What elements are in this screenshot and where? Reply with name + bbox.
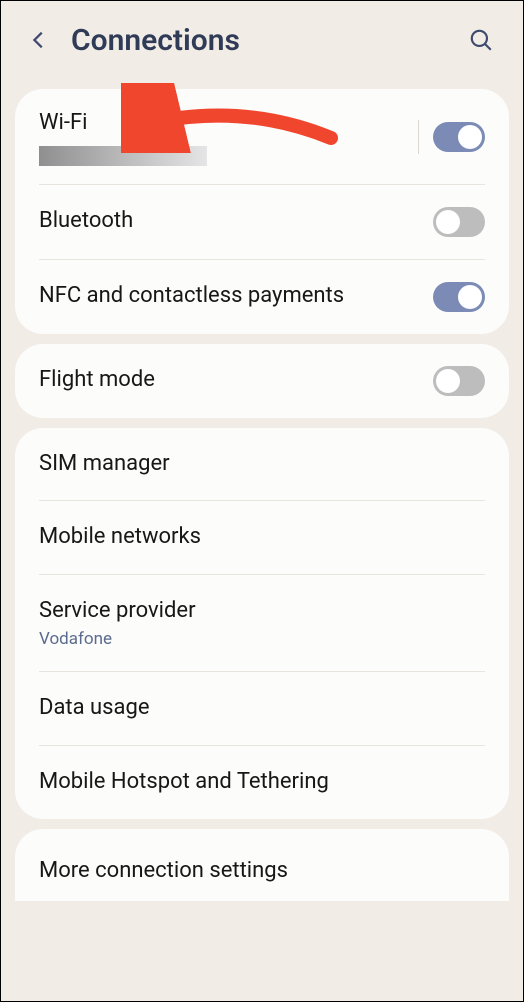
flight-mode-toggle[interactable]	[433, 366, 485, 396]
row-content: Mobile networks	[39, 523, 485, 552]
row-mobile-networks[interactable]: Mobile networks	[15, 501, 509, 574]
row-more-connection-settings[interactable]: More connection settings	[15, 829, 509, 901]
wifi-toggle[interactable]	[433, 122, 485, 152]
toggle-wrap	[433, 282, 485, 312]
row-service-provider[interactable]: Service provider Vodafone	[15, 575, 509, 672]
settings-group-4-partial: More connection settings	[15, 829, 509, 901]
header: Connections	[1, 1, 523, 79]
row-bluetooth[interactable]: Bluetooth	[15, 185, 509, 259]
row-label: Service provider	[39, 597, 485, 626]
row-label: Mobile networks	[39, 523, 485, 552]
row-flight-mode[interactable]: Flight mode	[15, 344, 509, 418]
settings-group-1: Wi-Fi Bluetooth NFC and contactless paym…	[15, 89, 509, 334]
row-sim-manager[interactable]: SIM manager	[15, 428, 509, 501]
vertical-divider	[418, 120, 419, 154]
toggle-wrap	[433, 207, 485, 237]
row-content: More connection settings	[39, 857, 485, 886]
page-title: Connections	[71, 23, 461, 58]
row-wifi[interactable]: Wi-Fi	[15, 89, 509, 184]
row-nfc[interactable]: NFC and contactless payments	[15, 260, 509, 334]
row-content: SIM manager	[39, 450, 485, 479]
row-label: NFC and contactless payments	[39, 282, 433, 311]
row-mobile-hotspot[interactable]: Mobile Hotspot and Tethering	[15, 746, 509, 819]
row-label: Data usage	[39, 694, 485, 723]
bluetooth-toggle[interactable]	[433, 207, 485, 237]
back-button[interactable]	[19, 20, 59, 60]
row-label: Mobile Hotspot and Tethering	[39, 768, 485, 797]
row-data-usage[interactable]: Data usage	[15, 672, 509, 745]
row-label: Bluetooth	[39, 207, 433, 236]
row-content: Wi-Fi	[39, 109, 418, 166]
search-icon	[468, 27, 494, 53]
wifi-network-redacted	[39, 146, 207, 166]
row-label: More connection settings	[39, 857, 485, 886]
row-label: Wi-Fi	[39, 109, 418, 138]
row-content: Data usage	[39, 694, 485, 723]
row-content: Service provider Vodafone	[39, 597, 485, 650]
settings-group-3: SIM manager Mobile networks Service prov…	[15, 428, 509, 819]
chevron-left-icon	[28, 29, 50, 51]
row-label: SIM manager	[39, 450, 485, 479]
toggle-wrap	[433, 366, 485, 396]
row-content: Flight mode	[39, 366, 433, 395]
row-content: NFC and contactless payments	[39, 282, 433, 311]
row-content: Mobile Hotspot and Tethering	[39, 768, 485, 797]
settings-group-2: Flight mode	[15, 344, 509, 418]
nfc-toggle[interactable]	[433, 282, 485, 312]
toggle-wrap	[418, 120, 485, 154]
row-label: Flight mode	[39, 366, 433, 395]
search-button[interactable]	[461, 20, 501, 60]
row-sublabel: Vodafone	[39, 629, 485, 649]
row-content: Bluetooth	[39, 207, 433, 236]
